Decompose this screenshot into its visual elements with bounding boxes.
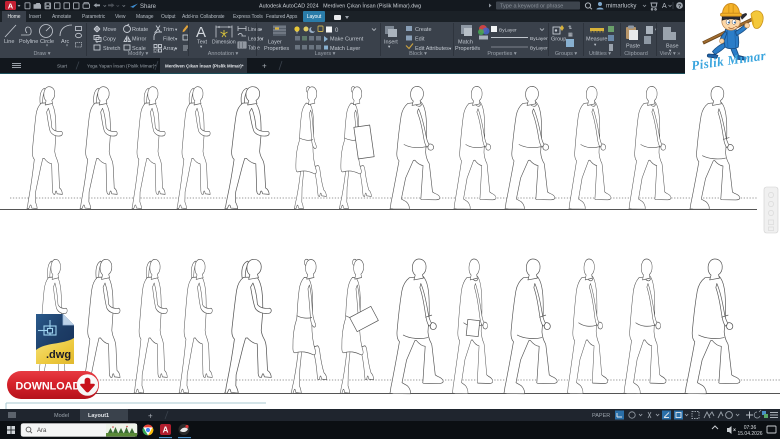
svg-text:Dimension: Dimension	[212, 39, 236, 45]
svg-text:Share: Share	[140, 4, 157, 10]
svg-text:Type a keyword or phrase: Type a keyword or phrase	[500, 3, 563, 9]
svg-text:⇅: ⇅	[568, 25, 572, 31]
svg-text:ByLayer: ByLayer	[530, 36, 548, 42]
svg-text:▾: ▾	[46, 44, 48, 48]
svg-text:Copy: Copy	[103, 37, 116, 43]
svg-text:Base: Base	[666, 44, 679, 50]
svg-text:Line: Line	[4, 39, 14, 45]
svg-text:A: A	[163, 426, 169, 435]
svg-text:Group: Group	[551, 37, 566, 43]
svg-text:Ara: Ara	[37, 428, 47, 434]
svg-text:07:36: 07:36	[744, 425, 757, 431]
svg-text:Match: Match	[458, 40, 473, 46]
svg-text:ByLayer: ByLayer	[499, 27, 517, 33]
svg-text:Polyline: Polyline	[19, 39, 38, 45]
svg-text:Move: Move	[103, 27, 116, 33]
svg-text:▾: ▾	[175, 27, 178, 32]
svg-text:Edit: Edit	[415, 37, 425, 43]
svg-text:A: A	[196, 24, 206, 41]
svg-text:Insert: Insert	[384, 40, 398, 46]
svg-text:Rotate: Rotate	[132, 27, 148, 33]
svg-text:▾: ▾	[66, 44, 68, 48]
svg-text:▾: ▾	[175, 46, 178, 51]
svg-text:Fillet: Fillet	[163, 37, 175, 43]
svg-text:Yoga Yapan İnsan (Pislik Mimar: Yoga Yapan İnsan (Pislik Mimar)*	[87, 62, 156, 68]
svg-text:Merdiven Çıkan İnsan (Pislik M: Merdiven Çıkan İnsan (Pislik Mimar)*	[165, 62, 244, 68]
svg-text:Trim: Trim	[163, 27, 174, 33]
svg-text:+: +	[262, 62, 267, 71]
svg-text:▾: ▾	[261, 36, 263, 41]
svg-text:.dwg: .dwg	[46, 349, 71, 361]
svg-text:A: A	[8, 1, 14, 10]
svg-text:mimarlucky: mimarlucky	[606, 4, 636, 10]
svg-text:▦: ▦	[568, 32, 573, 38]
svg-text:▾: ▾	[449, 46, 452, 51]
svg-text:PAPER: PAPER	[592, 413, 610, 419]
svg-text:Layout1: Layout1	[88, 413, 109, 419]
svg-text:▾: ▾	[260, 27, 262, 32]
svg-text:Make Current: Make Current	[330, 37, 364, 43]
svg-text:Properties: Properties	[264, 46, 289, 52]
svg-text:Paste: Paste	[626, 44, 640, 50]
svg-text:0: 0	[335, 28, 339, 34]
svg-text:Layer: Layer	[268, 40, 282, 46]
svg-text:DOWNLOAD: DOWNLOAD	[16, 380, 81, 392]
svg-text:Model: Model	[54, 413, 69, 419]
svg-text:Text: Text	[197, 40, 208, 46]
svg-text:Mirror: Mirror	[132, 37, 147, 43]
svg-text:Create: Create	[415, 27, 432, 33]
svg-text:Start: Start	[57, 63, 68, 69]
svg-text:Pislik Mımar: Pislik Mımar	[690, 48, 767, 73]
svg-text:+: +	[148, 412, 153, 421]
svg-text:A: A	[662, 3, 667, 10]
svg-text:▾: ▾	[594, 42, 597, 47]
svg-text:Autodesk AutoCAD 2024 Merdiv: Autodesk AutoCAD 2024 Merdiven Çıkan İns…	[259, 2, 421, 9]
svg-text:×: ×	[238, 64, 241, 70]
svg-text:▾: ▾	[175, 37, 178, 42]
svg-text:15.04.2026: 15.04.2026	[737, 431, 762, 437]
svg-text:Measure: Measure	[586, 37, 607, 43]
